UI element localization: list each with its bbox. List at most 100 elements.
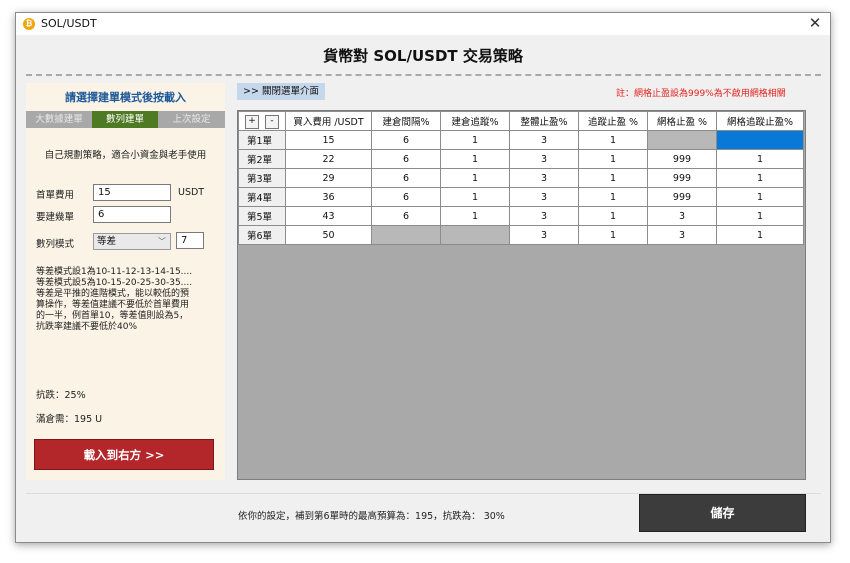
tab-last-settings[interactable]: 上次設定 bbox=[158, 111, 225, 128]
table-cell[interactable]: 36 bbox=[285, 187, 372, 207]
grid-note: 註：網格止盈設為999%為不啟用網格相關 bbox=[616, 89, 786, 99]
mode-panel-heading: 請選擇建單模式後按載入 bbox=[65, 91, 186, 104]
table-cell[interactable]: 1 bbox=[716, 149, 804, 169]
table-cell[interactable]: 1 bbox=[578, 168, 648, 188]
orders-input[interactable]: 6 bbox=[93, 206, 171, 223]
table-row: 第5單 43 6 1 3 1 3 1 bbox=[238, 206, 804, 226]
table-row: 第4單 36 6 1 3 1 999 1 bbox=[238, 187, 804, 207]
table-cell-selected[interactable] bbox=[716, 130, 804, 150]
table-cell[interactable]: 6 bbox=[371, 149, 441, 169]
note-line: 抗跌率建議不要低於40% bbox=[36, 322, 138, 332]
table-cell[interactable]: 1 bbox=[578, 225, 648, 245]
table-cell[interactable]: 1 bbox=[578, 206, 648, 226]
drop-resistance-text: 抗跌：25% bbox=[36, 390, 86, 401]
table-cell[interactable]: 6 bbox=[371, 168, 441, 188]
table-cell[interactable]: 29 bbox=[285, 168, 372, 188]
order-grid: + - 買入費用 /USDT 建倉間隔% 建倉追蹤% 整體止盈% 追蹤止盈 % 網… bbox=[237, 110, 806, 480]
column-header[interactable]: 網格追蹤止盈% bbox=[716, 111, 804, 131]
table-row: 第3單 29 6 1 3 1 999 1 bbox=[238, 168, 804, 188]
tab-sequence[interactable]: 數列建單 bbox=[92, 111, 158, 128]
table-cell[interactable]: 1 bbox=[440, 206, 510, 226]
note-line: 等差模式設1為10-11-12-13-14-15.... bbox=[36, 267, 193, 277]
mode-description: 自己規劃策略，適合小資金與老手使用 bbox=[44, 150, 207, 161]
table-cell[interactable]: 6 bbox=[371, 187, 441, 207]
column-header[interactable]: 整體止盈% bbox=[509, 111, 579, 131]
close-menu-button[interactable]: >> 關閉選單介面 bbox=[237, 83, 325, 100]
row-header: 第2單 bbox=[238, 149, 286, 169]
first-cost-input[interactable]: 15 bbox=[93, 184, 171, 201]
column-header[interactable]: 建倉間隔% bbox=[371, 111, 441, 131]
sequence-mode-select[interactable]: 等差 ﹀ bbox=[93, 233, 171, 250]
table-cell[interactable]: 1 bbox=[716, 225, 804, 245]
column-header[interactable]: 網格止盈 % bbox=[647, 111, 717, 131]
row-header: 第5單 bbox=[238, 206, 286, 226]
table-cell[interactable]: 1 bbox=[440, 168, 510, 188]
table-cell-disabled bbox=[440, 225, 510, 245]
column-header[interactable]: 建倉追蹤% bbox=[440, 111, 510, 131]
table-cell[interactable]: 15 bbox=[285, 130, 372, 150]
table-cell[interactable]: 1 bbox=[578, 187, 648, 207]
table-cell[interactable]: 3 bbox=[647, 225, 717, 245]
chevron-down-icon: ﹀ bbox=[158, 237, 166, 246]
table-row: 第1單 15 6 1 3 1 bbox=[238, 130, 804, 150]
close-icon[interactable]: ✕ bbox=[806, 14, 824, 32]
title-bar: ₿ SOL/USDT ✕ bbox=[16, 13, 830, 35]
table-cell-disabled bbox=[647, 130, 717, 150]
table-cell[interactable]: 3 bbox=[509, 225, 579, 245]
add-row-button[interactable]: + bbox=[245, 115, 259, 129]
order-table: + - 買入費用 /USDT 建倉間隔% 建倉追蹤% 整體止盈% 追蹤止盈 % 網… bbox=[238, 111, 804, 245]
mode-panel: 請選擇建單模式後按載入 大數據建單 數列建單 上次設定 自己規劃策略，適合小資金… bbox=[26, 83, 225, 480]
note-line: 等差是平推的進階模式，能以較低的預 bbox=[36, 289, 190, 299]
strategy-window: ₿ SOL/USDT ✕ 貨幣對 SOL/USDT 交易策略 請選擇建單模式後按… bbox=[15, 12, 831, 543]
table-cell[interactable]: 1 bbox=[440, 187, 510, 207]
sequence-step-input[interactable]: 7 bbox=[176, 232, 204, 249]
table-cell[interactable]: 6 bbox=[371, 206, 441, 226]
note-line: 算操作，等差值建議不要低於首單費用 bbox=[36, 300, 190, 310]
table-cell[interactable]: 3 bbox=[509, 149, 579, 169]
grid-corner: + - bbox=[238, 111, 286, 131]
sequence-notes: 等差模式設1為10-11-12-13-14-15.... 等差模式設5為10-1… bbox=[36, 267, 222, 333]
table-cell[interactable]: 999 bbox=[647, 187, 717, 207]
first-cost-unit: USDT bbox=[178, 187, 205, 198]
table-cell[interactable]: 1 bbox=[716, 168, 804, 188]
table-cell[interactable]: 999 bbox=[647, 168, 717, 188]
row-header: 第4單 bbox=[238, 187, 286, 207]
table-cell[interactable]: 1 bbox=[440, 149, 510, 169]
table-cell-disabled bbox=[371, 225, 441, 245]
table-cell[interactable]: 6 bbox=[371, 130, 441, 150]
sequence-mode-label: 數列模式 bbox=[36, 239, 75, 250]
column-header[interactable]: 買入費用 /USDT bbox=[285, 111, 372, 131]
tab-big-data[interactable]: 大數據建單 bbox=[26, 111, 92, 128]
bitcoin-icon: ₿ bbox=[23, 18, 35, 30]
table-cell[interactable]: 999 bbox=[647, 149, 717, 169]
table-cell[interactable]: 3 bbox=[509, 130, 579, 150]
table-header-row: + - 買入費用 /USDT 建倉間隔% 建倉追蹤% 整體止盈% 追蹤止盈 % 網… bbox=[238, 111, 804, 131]
window-title: SOL/USDT bbox=[41, 17, 97, 30]
save-button[interactable]: 儲存 bbox=[639, 494, 806, 532]
table-cell[interactable]: 1 bbox=[578, 149, 648, 169]
table-cell[interactable]: 3 bbox=[509, 206, 579, 226]
load-to-right-button[interactable]: 載入到右方 >> bbox=[34, 439, 214, 470]
table-cell[interactable]: 1 bbox=[440, 130, 510, 150]
row-header: 第3單 bbox=[238, 168, 286, 188]
table-cell[interactable]: 1 bbox=[716, 206, 804, 226]
note-line: 的一半，例首單10，等差值則設為5， bbox=[36, 311, 189, 321]
orders-label: 要建幾單 bbox=[36, 212, 75, 223]
table-row: 第2單 22 6 1 3 1 999 1 bbox=[238, 149, 804, 169]
table-cell[interactable]: 22 bbox=[285, 149, 372, 169]
table-cell[interactable]: 3 bbox=[647, 206, 717, 226]
mode-tabs: 大數據建單 數列建單 上次設定 bbox=[26, 111, 225, 128]
page-title: 貨幣對 SOL/USDT 交易策略 bbox=[323, 47, 523, 65]
header-divider bbox=[26, 74, 821, 76]
table-cell[interactable]: 3 bbox=[509, 168, 579, 188]
full-position-text: 滿倉需：195 U bbox=[36, 414, 103, 425]
remove-row-button[interactable]: - bbox=[265, 115, 279, 129]
table-cell[interactable]: 43 bbox=[285, 206, 372, 226]
table-cell[interactable]: 3 bbox=[509, 187, 579, 207]
table-cell[interactable]: 50 bbox=[285, 225, 372, 245]
table-cell[interactable]: 1 bbox=[716, 187, 804, 207]
column-header[interactable]: 追蹤止盈 % bbox=[578, 111, 648, 131]
note-line: 等差模式設5為10-15-20-25-30-35.... bbox=[36, 278, 193, 288]
row-header: 第6單 bbox=[238, 225, 286, 245]
table-cell[interactable]: 1 bbox=[578, 130, 648, 150]
